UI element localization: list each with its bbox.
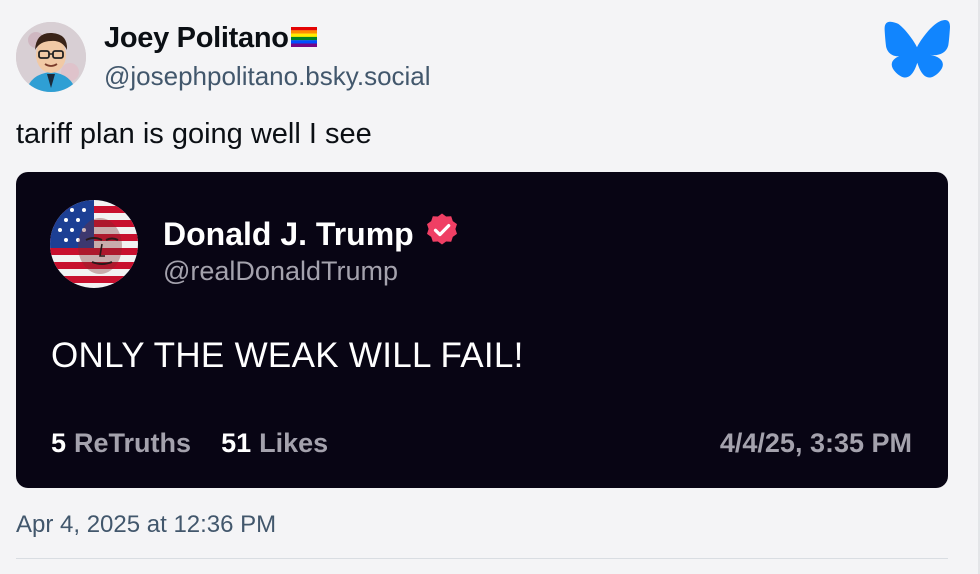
quoted-post-embed[interactable]: Donald J. Trump @realDonaldTrump ONLY TH…	[16, 172, 948, 488]
embed-handle[interactable]: @realDonaldTrump	[163, 256, 398, 287]
retruths-count: 5	[51, 428, 67, 458]
embed-display-name: Donald J. Trump	[163, 215, 414, 252]
author-avatar[interactable]	[16, 22, 86, 92]
post-text: tariff plan is going well I see	[16, 118, 372, 150]
embed-avatar[interactable]	[50, 200, 138, 288]
author-handle[interactable]: @josephpolitano.bsky.social	[104, 61, 431, 92]
divider	[16, 558, 948, 559]
embed-date: 4/4/25, 3:35 PM	[719, 428, 912, 458]
bluesky-butterfly-icon[interactable]	[884, 20, 950, 78]
embed-text: ONLY THE WEAK WILL FAIL!	[51, 336, 524, 375]
author-display-name: Joey Politano	[104, 22, 289, 54]
embed-author-name[interactable]: Donald J. Trump	[163, 212, 460, 256]
retruths-label: ReTruths	[74, 428, 192, 458]
post-timestamp[interactable]: Apr 4, 2025 at 12:36 PM	[16, 511, 276, 539]
likes-count: 51	[221, 428, 252, 458]
embed-stats: 5 ReTruths 51 Likes	[51, 428, 328, 459]
author-name[interactable]: Joey Politano	[104, 22, 317, 55]
likes-stat[interactable]: 51 Likes	[221, 428, 328, 459]
retruths-stat[interactable]: 5 ReTruths	[51, 428, 191, 459]
rainbow-flag-icon	[290, 22, 317, 55]
post-card: Joey Politano @josephpolitano.bsky.socia…	[0, 0, 980, 574]
verified-badge-icon	[424, 212, 460, 256]
likes-label: Likes	[259, 428, 329, 458]
